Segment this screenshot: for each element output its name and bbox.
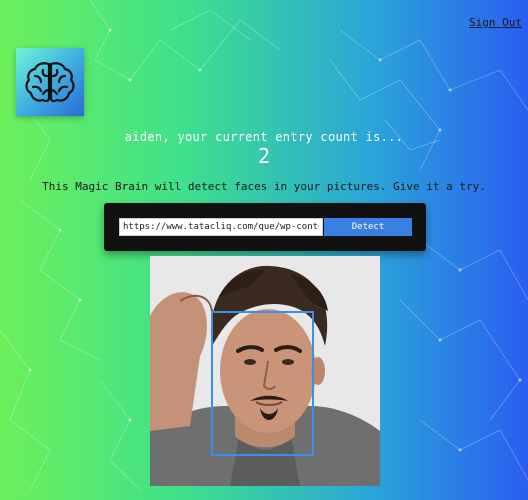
app-description: This Magic Brain will detect faces in yo… bbox=[42, 180, 486, 193]
image-url-form: Detect bbox=[104, 203, 426, 251]
brain-icon bbox=[25, 62, 75, 103]
entry-count-value: 2 bbox=[257, 144, 271, 168]
detect-button[interactable]: Detect bbox=[324, 218, 412, 236]
sign-out-link[interactable]: Sign Out bbox=[469, 16, 522, 29]
image-url-input[interactable] bbox=[119, 218, 323, 236]
face-bounding-box bbox=[211, 311, 314, 456]
entry-count-message: aiden, your current entry count is... bbox=[124, 130, 404, 144]
logo bbox=[16, 48, 84, 116]
input-image bbox=[150, 256, 380, 486]
